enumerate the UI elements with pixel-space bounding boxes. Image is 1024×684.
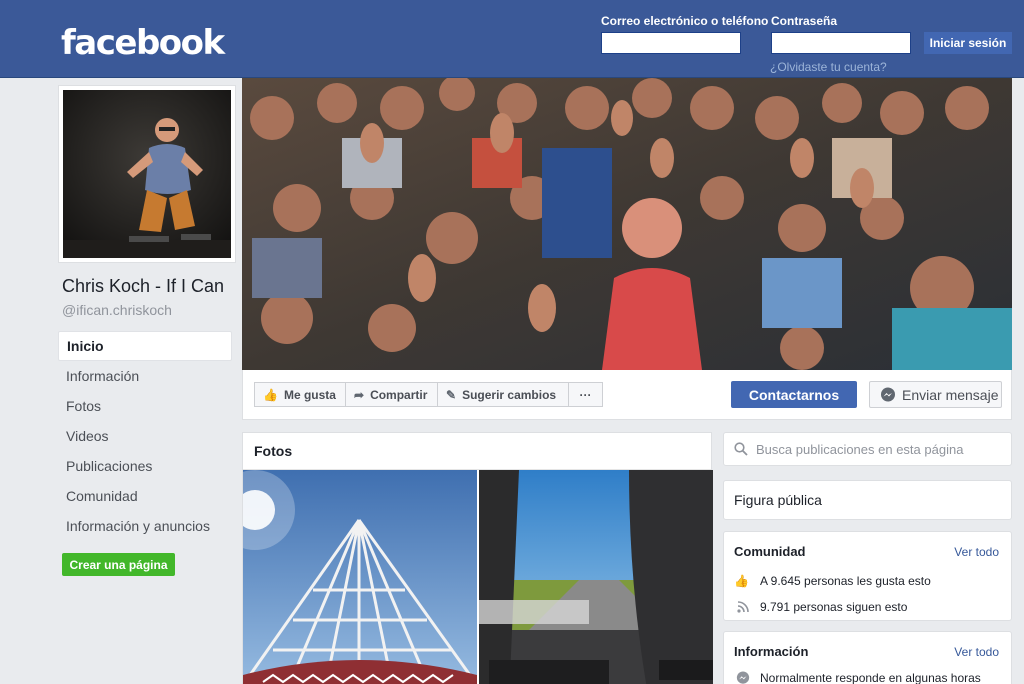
search-icon [734, 442, 748, 456]
likes-stat: 👍 A 9.645 personas les gusta esto [734, 574, 931, 588]
page-handle: @ifican.chriskoch [62, 302, 172, 318]
sidebar-nav: Inicio Información Fotos Videos Publicac… [58, 331, 232, 541]
follows-stat: 9.791 personas siguen esto [734, 600, 907, 614]
info-title: Información [734, 644, 809, 659]
page-title[interactable]: Chris Koch - If I Can [62, 276, 224, 297]
contact-button[interactable]: Contactarnos [731, 381, 857, 408]
email-label: Correo electrónico o teléfono [601, 14, 769, 28]
sidebar-item-publicaciones[interactable]: Publicaciones [58, 451, 232, 481]
profile-picture[interactable] [58, 85, 236, 263]
info-card: Información Ver todo Normalmente respond… [723, 631, 1012, 684]
login-button[interactable]: Iniciar sesión [924, 32, 1012, 54]
email-field[interactable] [601, 32, 741, 54]
facebook-logo[interactable]: facebook [61, 23, 225, 63]
cover-photo[interactable] [242, 78, 1012, 370]
pencil-icon: ✎ [446, 387, 457, 402]
password-field[interactable] [771, 32, 911, 54]
like-button[interactable]: 👍 Me gusta [254, 382, 346, 407]
community-card: Comunidad Ver todo 👍 A 9.645 personas le… [723, 531, 1012, 621]
photo-thumbnail-1[interactable] [243, 470, 477, 684]
photos-title[interactable]: Fotos [243, 433, 711, 470]
sidebar-item-inicio[interactable]: Inicio [58, 331, 232, 361]
sidebar-item-fotos[interactable]: Fotos [58, 391, 232, 421]
share-button[interactable]: ➦ Compartir [345, 382, 438, 407]
rss-icon [737, 601, 749, 613]
suggest-label: Sugerir cambios [462, 387, 557, 402]
response-time-stat: Normalmente responde en algunas horas [734, 671, 981, 684]
share-arrow-icon: ➦ [354, 387, 365, 402]
photos-card: Fotos [242, 432, 713, 684]
more-dots-icon: ··· [579, 387, 592, 402]
password-label: Contraseña [771, 14, 838, 28]
sidebar-item-videos[interactable]: Videos [58, 421, 232, 451]
follows-text: 9.791 personas siguen esto [760, 600, 908, 614]
messenger-icon [881, 387, 895, 401]
community-see-all-link[interactable]: Ver todo [954, 545, 999, 559]
response-time-text: Normalmente responde en algunas horas [760, 671, 981, 684]
photo-thumbnail-2[interactable] [479, 470, 713, 684]
top-bar: facebook Correo electrónico o teléfono C… [0, 0, 1024, 78]
sidebar-item-informacion[interactable]: Información [58, 361, 232, 391]
like-label: Me gusta [283, 387, 336, 402]
info-see-all-link[interactable]: Ver todo [954, 645, 999, 659]
likes-text: A 9.645 personas les gusta esto [760, 574, 931, 588]
share-label: Compartir [370, 387, 428, 402]
thumbs-up-icon: 👍 [734, 574, 749, 588]
category-card[interactable]: Figura pública [723, 480, 1012, 520]
messenger-icon [736, 671, 750, 684]
create-page-button[interactable]: Crear una página [62, 553, 175, 576]
search-input[interactable] [756, 441, 996, 457]
sidebar-item-comunidad[interactable]: Comunidad [58, 481, 232, 511]
send-message-label: Enviar mensaje [902, 386, 999, 403]
sidebar-item-informacion-anuncios[interactable]: Información y anuncios [58, 511, 232, 541]
more-options-button[interactable]: ··· [568, 382, 603, 407]
thumbs-up-icon: 👍 [263, 387, 278, 402]
community-title: Comunidad [734, 544, 806, 559]
page-action-bar: 👍 Me gusta ➦ Compartir ✎ Sugerir cambios… [242, 370, 1012, 420]
send-message-button[interactable]: Enviar mensaje [869, 381, 1002, 408]
forgot-account-link[interactable]: ¿Olvidaste tu cuenta? [770, 60, 887, 74]
page-search-box [723, 432, 1012, 466]
suggest-edits-button[interactable]: ✎ Sugerir cambios [437, 382, 569, 407]
